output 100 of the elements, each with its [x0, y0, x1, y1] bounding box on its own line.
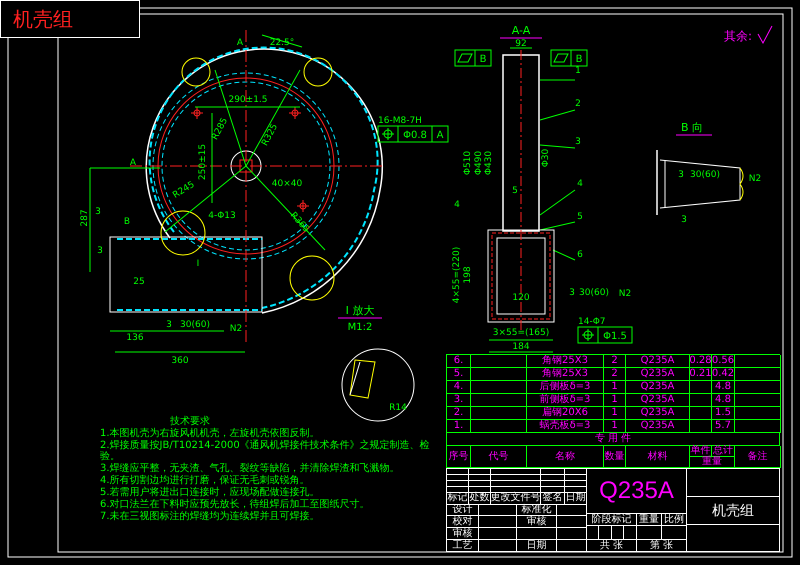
material-label: Q235A: [599, 479, 674, 504]
title-block-label: 日期: [517, 540, 557, 552]
requirement-item: 5.若需用户将进出口连接时，应现场配做连接孔。: [100, 487, 321, 498]
table-cell: [479, 528, 517, 540]
column-header: 总计: [712, 446, 735, 457]
dimension-label: N2: [230, 324, 242, 334]
dimension-label: 5: [512, 186, 518, 196]
table-cell: Q235A: [626, 355, 690, 368]
table-cell: 角钢25X3: [527, 355, 604, 368]
dimension-label: A: [236, 38, 244, 48]
frame-value: A: [436, 130, 444, 141]
position-symbol-icon: [582, 328, 594, 342]
title-block-label: 审核: [447, 528, 479, 540]
roughness-note: 其余:: [724, 29, 752, 43]
table-cell: Q235A: [626, 407, 690, 420]
position-symbol-icon: [382, 128, 394, 140]
table-cell: 4.: [447, 381, 471, 394]
table-cell: 0.56: [712, 355, 735, 368]
column-header: 单件: [690, 446, 712, 457]
table-cell: 2: [604, 368, 626, 381]
dimension-label: 25: [133, 277, 145, 287]
table-cell: [690, 420, 712, 433]
tolerance-frame: [454, 50, 492, 66]
table-cell: [517, 528, 557, 540]
table-cell: 0.28: [690, 355, 712, 368]
dimension-label: 2: [575, 99, 581, 109]
requirements-title: 技术要求: [169, 416, 211, 427]
view-title: A-A: [512, 24, 530, 37]
dimension-label: 4: [454, 200, 460, 210]
requirement-item: 6.对口法兰在下料时应预先放长，待组焊后加工至图纸尺寸。: [100, 499, 371, 510]
dimension-label: 22.5°: [270, 38, 294, 48]
table-cell: 后侧板δ=3: [527, 381, 604, 394]
table-cell: [612, 526, 624, 540]
dimension-label: 6: [577, 250, 583, 260]
table-cell: Q235A: [626, 381, 690, 394]
table-cell: [690, 381, 712, 394]
dimension-label: 40×40: [272, 179, 302, 189]
tolerance-frame: [578, 326, 632, 344]
table-cell: [471, 420, 527, 433]
dimension-label: R14: [389, 403, 407, 413]
table-cell: 1: [604, 407, 626, 420]
table-cell: [637, 526, 662, 540]
dimension-label: 3: [166, 320, 172, 330]
title-block-label: 重量: [637, 514, 662, 526]
drawing-name: 机壳组: [712, 504, 754, 518]
dimension-label: 30(60): [180, 320, 210, 330]
requirement-item: 1.本图机壳为右旋风机机壳，左旋机壳依图反制。: [100, 428, 321, 439]
dimension-label: B: [124, 217, 130, 227]
view-title: B 向: [680, 121, 704, 134]
tolerance-frame: [378, 126, 448, 142]
table-cell: 6.: [447, 355, 471, 368]
title-block-label: 校对: [447, 516, 479, 528]
requirement-item: 7.未在三视图标注的焊缝均为连续焊并且可焊接。: [100, 511, 321, 522]
dimension-label: 4×55=(220): [452, 246, 462, 304]
table-cell: 1.5: [712, 407, 735, 420]
table-cell: [690, 407, 712, 420]
table-cell: 1.: [447, 420, 471, 433]
table-cell: 扁钢20X6: [527, 407, 604, 420]
dimension-label: 4: [577, 179, 583, 189]
frame-value: B: [480, 54, 486, 65]
dimension-label: 3: [95, 207, 101, 217]
table-cell: 2.: [447, 407, 471, 420]
dimension-label: Φ30: [541, 148, 551, 168]
flatness-symbol-icon: [457, 54, 473, 62]
table-cell: [624, 526, 637, 540]
table-cell: 1: [604, 420, 626, 433]
dimension-label: 360: [171, 356, 189, 366]
table-cell: [471, 381, 527, 394]
requirement-item: 3.焊缝应平整，无夹渣、气孔、裂纹等缺陷，并清除焊渣和飞溅物。: [100, 463, 401, 474]
dimension-label: 3: [678, 170, 684, 180]
table-cell: 5.: [447, 368, 471, 381]
dimension-label: Φ510: [463, 150, 473, 176]
dimension-label: A: [130, 158, 136, 168]
dimension-label: 4-Φ13: [208, 211, 236, 221]
table-cell: [557, 528, 587, 540]
dimension-label: 3: [569, 288, 575, 298]
table-cell: 2: [604, 355, 626, 368]
table-cell: 1: [604, 394, 626, 407]
dimension-label: 30(60): [690, 170, 720, 180]
table-cell: [690, 394, 712, 407]
frame-note: 14-Φ7: [578, 317, 606, 327]
dimension-label: N2: [748, 174, 762, 184]
roughness-symbol-icon: [758, 26, 772, 44]
table-cell: Q235A: [626, 420, 690, 433]
table-cell: [471, 394, 527, 407]
table-cell: [599, 526, 612, 540]
table-cell: [479, 504, 517, 516]
title-tag: 机壳组: [0, 0, 140, 38]
table-cell: [587, 526, 599, 540]
dimension-label: 198: [463, 266, 473, 284]
dimension-label: 136: [126, 333, 144, 343]
dimension-label: 184: [512, 342, 530, 352]
frame-value: Φ0.8: [403, 130, 427, 141]
frame-value: B: [576, 54, 582, 65]
scale-label: M1:2: [348, 322, 372, 333]
dimension-label: 1: [575, 66, 581, 76]
frame-note: 16-M8-7H: [378, 116, 422, 126]
table-cell: [471, 368, 527, 381]
dimension-label: 3: [681, 215, 687, 225]
title-block-label: 工艺: [447, 540, 479, 552]
